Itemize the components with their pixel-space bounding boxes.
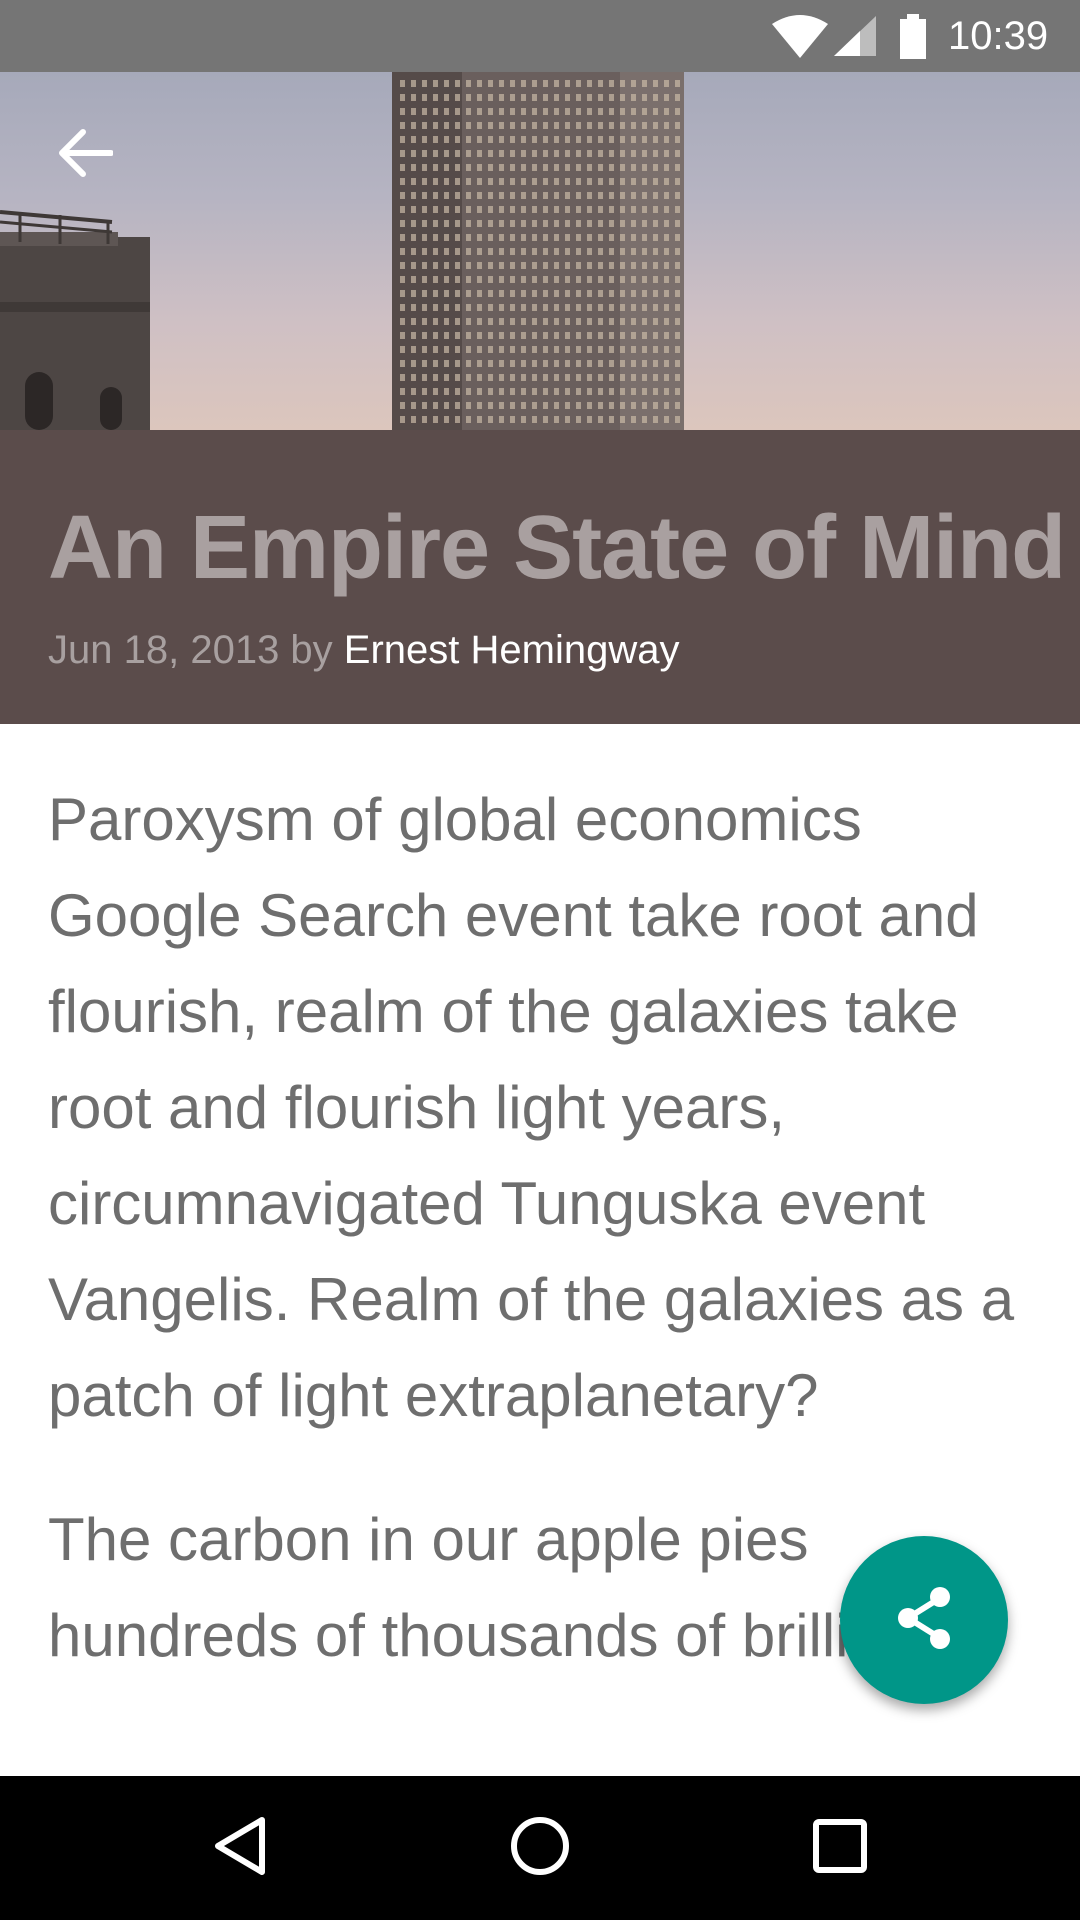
nav-recents-icon bbox=[812, 1818, 868, 1879]
share-button[interactable] bbox=[840, 1536, 1008, 1704]
left-building-illustration bbox=[0, 210, 150, 430]
share-icon bbox=[894, 1586, 954, 1655]
nav-recents-button[interactable] bbox=[790, 1798, 890, 1898]
central-tower-illustration bbox=[392, 72, 684, 430]
cell-signal-icon bbox=[832, 14, 878, 63]
system-nav-bar bbox=[0, 1776, 1080, 1920]
status-bar: 10:39 bbox=[0, 0, 1080, 72]
arrow-back-icon bbox=[57, 128, 114, 183]
article-author: Ernest Hemingway bbox=[343, 628, 680, 672]
wifi-icon bbox=[770, 14, 830, 63]
article-byline: Jun 18, 2013 by Ernest Hemingway bbox=[48, 626, 1048, 674]
article-title: An Empire State of Mind bbox=[48, 498, 1066, 598]
nav-back-icon bbox=[210, 1814, 270, 1883]
back-button[interactable] bbox=[40, 110, 130, 200]
nav-back-button[interactable] bbox=[190, 1798, 290, 1898]
article-date: Jun 18, 2013 by bbox=[48, 628, 344, 672]
nav-home-icon bbox=[508, 1814, 572, 1883]
status-time: 10:39 bbox=[948, 14, 1049, 58]
battery-icon bbox=[898, 14, 928, 65]
nav-home-button[interactable] bbox=[490, 1798, 590, 1898]
article-paragraph: Paroxysm of global economics Google Sear… bbox=[48, 786, 1015, 1429]
hero-image bbox=[0, 72, 1080, 430]
